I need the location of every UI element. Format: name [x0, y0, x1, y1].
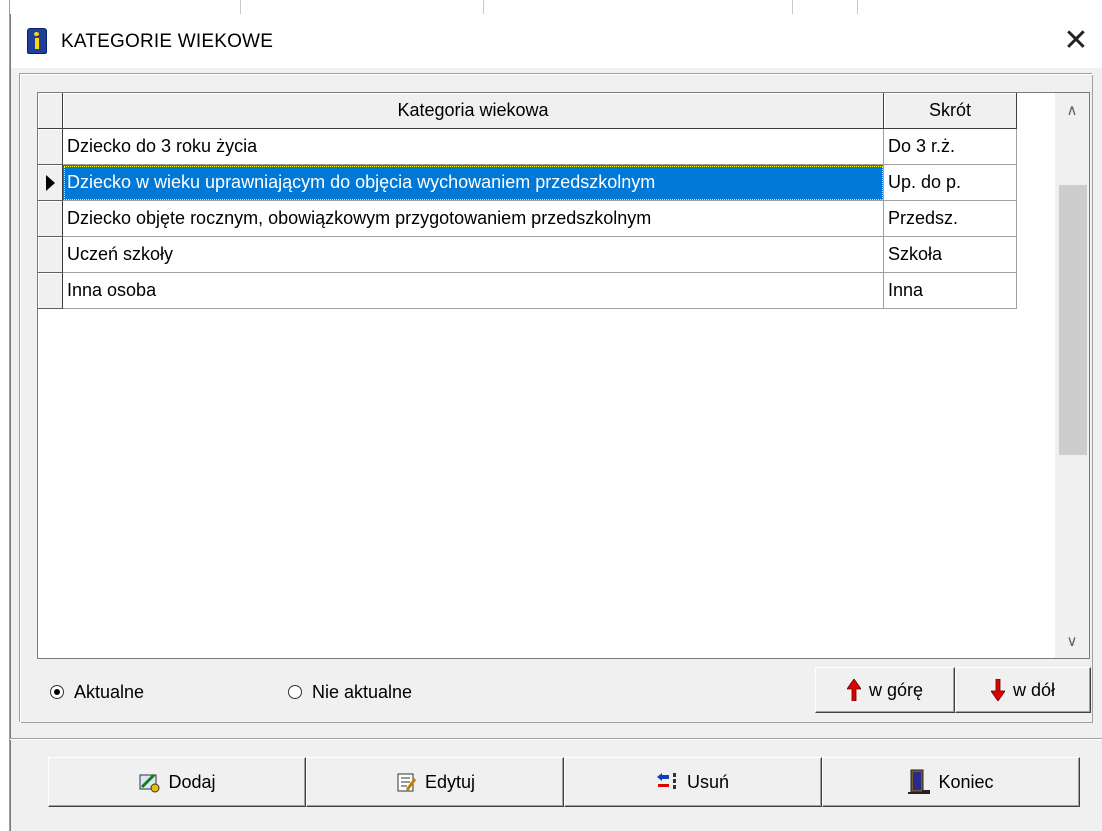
- edit-button[interactable]: Edytuj: [306, 757, 564, 807]
- radio-not-current[interactable]: Nie aktualne: [288, 680, 412, 704]
- move-up-button[interactable]: w górę: [815, 667, 955, 713]
- vertical-scrollbar[interactable]: ∧ ∨: [1055, 93, 1089, 658]
- category-cell[interactable]: Inna osoba: [63, 273, 884, 309]
- edit-record-icon: [395, 771, 417, 793]
- short-cell[interactable]: Przedsz.: [884, 201, 1017, 237]
- scroll-down-icon[interactable]: ∨: [1055, 624, 1089, 658]
- table-row[interactable]: Inna osoba Inna: [38, 273, 1038, 309]
- short-cell[interactable]: Up. do p.: [884, 165, 1017, 201]
- parent-window-edge: [0, 0, 10, 831]
- info-book-icon: [27, 28, 47, 54]
- radio-current-label: Aktualne: [74, 681, 145, 702]
- row-indicator[interactable]: [38, 129, 63, 165]
- exit-door-icon: [908, 769, 931, 795]
- category-cell[interactable]: Dziecko w wieku uprawniającym do objęcia…: [63, 165, 884, 201]
- scroll-up-icon[interactable]: ∧: [1055, 93, 1089, 127]
- short-cell[interactable]: Do 3 r.ż.: [884, 129, 1017, 165]
- delete-label: Usuń: [686, 771, 730, 792]
- current-row-arrow-icon: [46, 175, 55, 191]
- parent-divider: [483, 0, 484, 14]
- table-row[interactable]: Dziecko do 3 roku życia Do 3 r.ż.: [38, 129, 1038, 165]
- close-dialog-label: Koniec: [938, 771, 994, 792]
- red-arrow-down-icon: [990, 679, 1005, 701]
- parent-divider: [857, 0, 858, 14]
- delete-button[interactable]: Usuń: [564, 757, 822, 807]
- red-arrow-up-icon: [846, 679, 861, 701]
- edit-label: Edytuj: [424, 771, 476, 792]
- radio-unchecked-icon[interactable]: [288, 685, 302, 699]
- parent-divider: [240, 0, 241, 14]
- table-row[interactable]: Dziecko objęte rocznym, obowiązkowym prz…: [38, 201, 1038, 237]
- separator: [10, 738, 1102, 740]
- table-row[interactable]: Uczeń szkoły Szkoła: [38, 237, 1038, 273]
- parent-divider: [792, 0, 793, 14]
- short-cell[interactable]: Inna: [884, 273, 1017, 309]
- close-dialog-button[interactable]: Koniec: [822, 757, 1080, 807]
- row-indicator[interactable]: [38, 165, 63, 201]
- column-header-short[interactable]: Skrót: [884, 93, 1017, 129]
- header-indicator: [38, 93, 63, 129]
- row-indicator[interactable]: [38, 273, 63, 309]
- short-cell[interactable]: Szkoła: [884, 237, 1017, 273]
- add-record-icon: [138, 771, 160, 793]
- column-header-category[interactable]: Kategoria wiekowa: [63, 93, 884, 129]
- window-title: KATEGORIE WIEKOWE: [61, 31, 274, 52]
- category-cell[interactable]: Dziecko do 3 roku życia: [63, 129, 884, 165]
- category-cell[interactable]: Uczeń szkoły: [63, 237, 884, 273]
- radio-not-current-label: Nie aktualne: [312, 681, 413, 702]
- grid-header: Kategoria wiekowa Skrót: [38, 93, 1038, 129]
- move-down-button[interactable]: w dół: [955, 667, 1091, 713]
- table-row-selected[interactable]: Dziecko w wieku uprawniającym do objęcia…: [38, 165, 1038, 201]
- category-cell[interactable]: Dziecko objęte rocznym, obowiązkowym prz…: [63, 201, 884, 237]
- parent-window-strip: [0, 0, 1102, 14]
- row-indicator[interactable]: [38, 237, 63, 273]
- move-up-label: w górę: [868, 679, 924, 700]
- move-down-label: w dół: [1012, 679, 1056, 700]
- radio-current[interactable]: Aktualne: [50, 680, 144, 704]
- add-label: Dodaj: [168, 771, 216, 792]
- add-button[interactable]: Dodaj: [48, 757, 306, 807]
- close-button[interactable]: ✕: [1049, 14, 1102, 68]
- radio-checked-icon[interactable]: [50, 685, 64, 699]
- delete-record-icon: [656, 772, 679, 792]
- age-category-grid[interactable]: Kategoria wiekowa Skrót Dziecko do 3 rok…: [37, 92, 1090, 659]
- row-indicator[interactable]: [38, 201, 63, 237]
- scrollbar-thumb[interactable]: [1059, 185, 1087, 455]
- title-bar: KATEGORIE WIEKOWE ✕: [11, 14, 1102, 68]
